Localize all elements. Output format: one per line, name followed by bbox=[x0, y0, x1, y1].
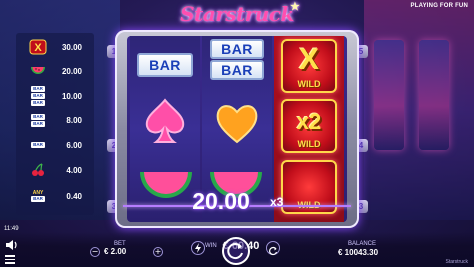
lightning-icon bbox=[195, 243, 201, 253]
any-bar-icon: ANY BAR bbox=[28, 187, 48, 205]
sound-icon[interactable] bbox=[5, 236, 19, 250]
bet-increase-button[interactable]: + bbox=[153, 247, 163, 257]
autoplay-button[interactable] bbox=[266, 241, 280, 256]
autoplay-icon bbox=[269, 246, 278, 256]
x2-wild-symbol: x2 WILD bbox=[281, 99, 337, 153]
bar-mini-label: BAR bbox=[31, 100, 45, 106]
bet-decrease-button[interactable]: − bbox=[90, 247, 100, 257]
paytable-row: BAR 6.00 bbox=[16, 134, 94, 156]
bg-slot-machine bbox=[374, 40, 404, 150]
spin-arrow-icon bbox=[227, 243, 243, 260]
triple-bar-icon: BAR BAR BAR bbox=[28, 86, 48, 106]
paytable-row: BAR BAR 8.00 bbox=[16, 109, 94, 131]
clock-time: 11:49 bbox=[4, 226, 19, 232]
bar-mini-label: BAR bbox=[31, 113, 45, 120]
turbo-lightning-button[interactable] bbox=[191, 241, 205, 255]
win-label: WIN bbox=[205, 243, 217, 249]
wild-label: WILD bbox=[297, 79, 321, 89]
cherry-icon bbox=[28, 161, 48, 179]
spade-symbol-icon bbox=[143, 98, 187, 148]
single-bar-icon: BAR bbox=[28, 136, 48, 154]
wild-x2-label: x2 bbox=[296, 109, 322, 134]
bar-mini-label: BAR bbox=[31, 120, 45, 127]
wild-label: WILD bbox=[297, 139, 321, 149]
bet-value: € 2.00 bbox=[104, 247, 127, 256]
menu-icon[interactable] bbox=[5, 255, 15, 264]
paytable-row: ANY BAR 0.40 bbox=[16, 185, 94, 207]
spin-button[interactable] bbox=[222, 237, 250, 265]
paytable-row: 4.00 bbox=[16, 159, 94, 181]
x-wild-symbol: X WILD bbox=[281, 39, 337, 93]
background-right bbox=[364, 0, 474, 220]
win-overlay-multiplier: x3 bbox=[270, 195, 284, 209]
paytable-row: 20.00 bbox=[16, 60, 94, 82]
paytable-row: X 30.00 bbox=[16, 36, 94, 58]
x-wild-icon: X bbox=[28, 38, 48, 56]
bg-slot-machine bbox=[419, 40, 449, 150]
watermelon-icon bbox=[28, 62, 48, 80]
bar-mini-label: BAR bbox=[31, 86, 45, 92]
bar-mini-label: BAR bbox=[31, 142, 45, 148]
paytable-value: 0.40 bbox=[66, 191, 82, 201]
bar-symbol: BAR bbox=[210, 39, 264, 59]
wild-x-label: X bbox=[298, 43, 319, 76]
bar-mini-label: BAR bbox=[31, 196, 45, 202]
svg-text:X: X bbox=[34, 42, 42, 54]
double-bar-icon: BAR BAR bbox=[28, 111, 48, 129]
paytable-value: 10.00 bbox=[61, 91, 82, 101]
paytable-row: BAR BAR BAR 10.00 bbox=[16, 85, 94, 107]
reel-3: X WILD x2 WILD WILD bbox=[274, 36, 344, 222]
paytable-value: 30.00 bbox=[61, 42, 82, 52]
balance-value: € 10043.30 bbox=[338, 248, 379, 257]
playing-for-fun-label: PLAYING FOR FUN bbox=[410, 3, 468, 9]
game-name-footer: Starstruck bbox=[445, 259, 468, 265]
bar-mini-label: BAR bbox=[31, 93, 45, 99]
bar-symbol: BAR bbox=[137, 53, 193, 77]
win-overlay-amount: 20.00 bbox=[192, 188, 250, 214]
paytable: X 30.00 20.00 BAR BAR BAR 10.00 BAR BAR … bbox=[16, 33, 94, 215]
heart-symbol-icon bbox=[214, 102, 260, 148]
paytable-value: 4.00 bbox=[66, 165, 82, 175]
paytable-value: 8.00 bbox=[66, 115, 82, 125]
game-logo: Starstruck ★ bbox=[162, 0, 312, 28]
paytable-value: 20.00 bbox=[61, 66, 82, 76]
star-icon: ★ bbox=[290, 0, 300, 13]
logo-text: Starstruck bbox=[180, 2, 294, 26]
balance-label: BALANCE bbox=[348, 241, 377, 247]
paytable-value: 6.00 bbox=[66, 140, 82, 150]
bar-symbol: BAR bbox=[210, 60, 264, 80]
